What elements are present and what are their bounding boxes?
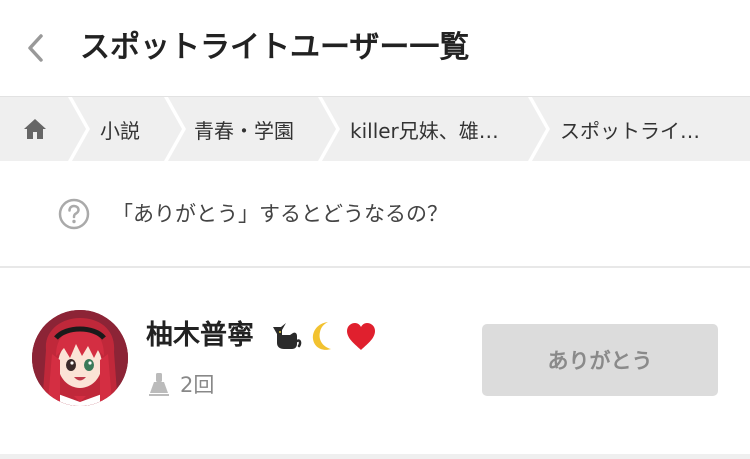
crescent-moon-icon xyxy=(312,322,331,350)
red-heart-icon xyxy=(347,323,375,350)
breadcrumb-item-spotlight[interactable]: スポットライ… xyxy=(560,97,700,161)
app-header: スポットライトユーザー一覧 xyxy=(0,0,750,97)
back-arrow-icon[interactable] xyxy=(24,32,48,64)
spotlight-icon xyxy=(149,373,169,396)
breadcrumb-separator xyxy=(68,97,90,161)
thanks-count-value: 2回 xyxy=(180,373,215,397)
question-circle-icon xyxy=(58,198,90,230)
list-item: 柚木普寧 2回 ありがとう xyxy=(0,268,750,454)
thanks-count: 2回 xyxy=(148,368,214,400)
breadcrumb-item-novel[interactable]: 小説 xyxy=(100,97,140,161)
breadcrumb: 小説 青春・学園 killer兄妹、雄… スポットライ… xyxy=(0,97,750,161)
home-icon xyxy=(24,119,46,139)
section-divider xyxy=(0,454,750,459)
breadcrumb-separator xyxy=(164,97,186,161)
help-link[interactable]: 「ありがとう」するとどうなるの？ xyxy=(112,198,448,230)
breadcrumb-item-story[interactable]: killer兄妹、雄… xyxy=(350,97,499,161)
avatar[interactable] xyxy=(32,310,128,406)
breadcrumb-item-genre[interactable]: 青春・学園 xyxy=(194,97,294,161)
breadcrumb-home[interactable] xyxy=(0,97,70,161)
page-title: スポットライトユーザー一覧 xyxy=(80,30,470,65)
black-cat-icon xyxy=(273,323,302,349)
breadcrumb-separator xyxy=(528,97,550,161)
user-name[interactable]: 柚木普寧 xyxy=(146,316,378,356)
thanks-button[interactable]: ありがとう xyxy=(482,324,718,396)
breadcrumb-separator xyxy=(318,97,340,161)
user-name-text: 柚木普寧 xyxy=(146,320,254,351)
help-section: 「ありがとう」するとどうなるの？ xyxy=(0,162,750,266)
